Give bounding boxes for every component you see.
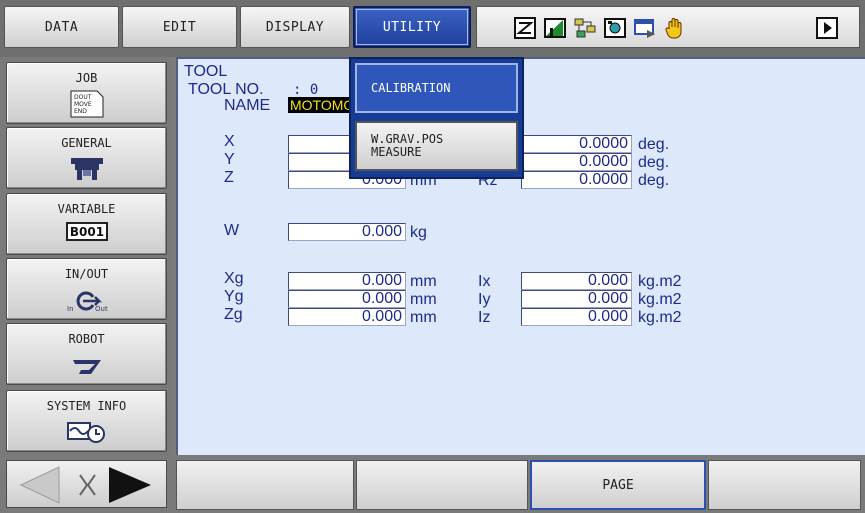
variable-icon: B001: [66, 222, 108, 241]
zg-field[interactable]: 0.000: [288, 308, 406, 326]
rz-unit: deg.: [638, 172, 670, 189]
menu-general-label: GENERAL: [61, 136, 112, 150]
out-label: Out: [95, 305, 108, 313]
next-page-arrow-icon[interactable]: [109, 467, 151, 503]
x-label: X: [224, 133, 235, 150]
tab-utility[interactable]: UTILITY: [353, 6, 471, 48]
general-tool-icon: [71, 158, 103, 180]
monitor-icon[interactable]: [603, 16, 627, 40]
prev-page-arrow-icon[interactable]: [19, 466, 60, 504]
yg-unit: mm: [410, 291, 437, 308]
weight-unit: kg: [410, 224, 427, 241]
job-icon-line2: MOVE: [74, 101, 92, 108]
menu-variable-button[interactable]: VARIABLE B001: [6, 193, 167, 255]
status-icon[interactable]: [513, 16, 537, 40]
menu-variable-label: VARIABLE: [57, 202, 116, 216]
rz-field[interactable]: 0.0000: [521, 171, 632, 189]
yg-label: Yg: [224, 288, 244, 305]
status-icon-bar: [476, 6, 860, 48]
rx-unit: deg.: [638, 136, 670, 153]
job-icon-line1: DOUT: [74, 94, 92, 101]
menu-job-label: JOB: [75, 71, 98, 85]
play-icon[interactable]: [815, 16, 839, 40]
menu-item-w-grav-pos-measure[interactable]: W.GRAV.POS MEASURE: [355, 121, 518, 171]
menu-system-info-label: SYSTEM INFO: [46, 399, 127, 413]
menu-general-button[interactable]: GENERAL: [6, 127, 167, 189]
iy-field[interactable]: 0.000: [521, 290, 632, 308]
xg-label: Xg: [224, 270, 244, 287]
tab-display[interactable]: DISPLAY: [240, 6, 350, 48]
in-label: In: [67, 305, 74, 313]
name-label: NAME: [224, 97, 271, 114]
ry-unit: deg.: [638, 154, 670, 171]
yg-field[interactable]: 0.000: [288, 290, 406, 308]
tab-edit[interactable]: EDIT: [122, 6, 237, 48]
tab-data[interactable]: DATA: [4, 6, 119, 48]
zg-label: Zg: [224, 306, 243, 323]
variable-icon-text: B001: [70, 225, 104, 239]
signal-icon[interactable]: [543, 16, 567, 40]
tool-name-field[interactable]: MOTOMO: [288, 97, 354, 113]
window-icon[interactable]: [633, 16, 657, 40]
zg-unit: mm: [410, 309, 437, 326]
page-title: TOOL: [184, 63, 228, 80]
in-out-icon: In Out: [67, 291, 108, 313]
menu-robot-button[interactable]: ROBOT: [6, 323, 167, 385]
ix-label: Ix: [478, 273, 491, 290]
iy-label: Iy: [478, 291, 491, 308]
menu-item-calibration[interactable]: CALIBRATION: [355, 63, 518, 113]
main-menu-bar: DATA EDIT DISPLAY UTILITY: [0, 0, 865, 57]
page-toggle-icon[interactable]: [79, 474, 96, 496]
page-button[interactable]: PAGE: [530, 460, 706, 510]
iz-unit: kg.m2: [638, 309, 682, 326]
menu-job-button[interactable]: JOB DOUT MOVE END: [6, 62, 167, 124]
menu-in-out-button[interactable]: IN/OUT In Out: [6, 258, 167, 320]
iz-label: Iz: [478, 309, 491, 326]
menu-in-out-label: IN/OUT: [64, 267, 109, 281]
network-icon[interactable]: [573, 16, 597, 40]
xg-unit: mm: [410, 273, 437, 290]
z-label: Z: [224, 169, 234, 186]
ix-field[interactable]: 0.000: [521, 272, 632, 290]
ry-field[interactable]: 0.0000: [521, 153, 632, 171]
function-key-2[interactable]: [356, 460, 528, 510]
menu-item-w-grav-pos-line2: MEASURE: [371, 145, 422, 159]
rx-field[interactable]: 0.0000: [521, 135, 632, 153]
page-nav-buttons: [6, 460, 167, 508]
utility-dropdown-menu: CALIBRATION W.GRAV.POS MEASURE: [349, 57, 524, 179]
hand-icon[interactable]: [663, 16, 687, 40]
job-icon: DOUT MOVE END: [70, 90, 104, 118]
iz-field[interactable]: 0.000: [521, 308, 632, 326]
function-key-1[interactable]: [176, 460, 354, 510]
iy-unit: kg.m2: [638, 291, 682, 308]
system-info-icon: [67, 422, 105, 443]
menu-system-info-button[interactable]: SYSTEM INFO: [6, 390, 167, 452]
y-label: Y: [224, 151, 235, 168]
robot-icon: [73, 360, 101, 374]
nav-arrows: [19, 466, 151, 504]
tool-no-value[interactable]: : 0: [293, 82, 318, 98]
function-key-bar: PAGE: [0, 455, 865, 513]
weight-field[interactable]: 0.000: [288, 223, 406, 241]
main-menu-panel: JOB DOUT MOVE END GENERAL VARIABLE B001 …: [0, 57, 172, 455]
ix-unit: kg.m2: [638, 273, 682, 290]
xg-field[interactable]: 0.000: [288, 272, 406, 290]
job-icon-line3: END: [74, 108, 87, 115]
weight-label: W: [224, 222, 240, 239]
function-key-4[interactable]: [708, 460, 861, 510]
menu-robot-label: ROBOT: [68, 332, 105, 346]
